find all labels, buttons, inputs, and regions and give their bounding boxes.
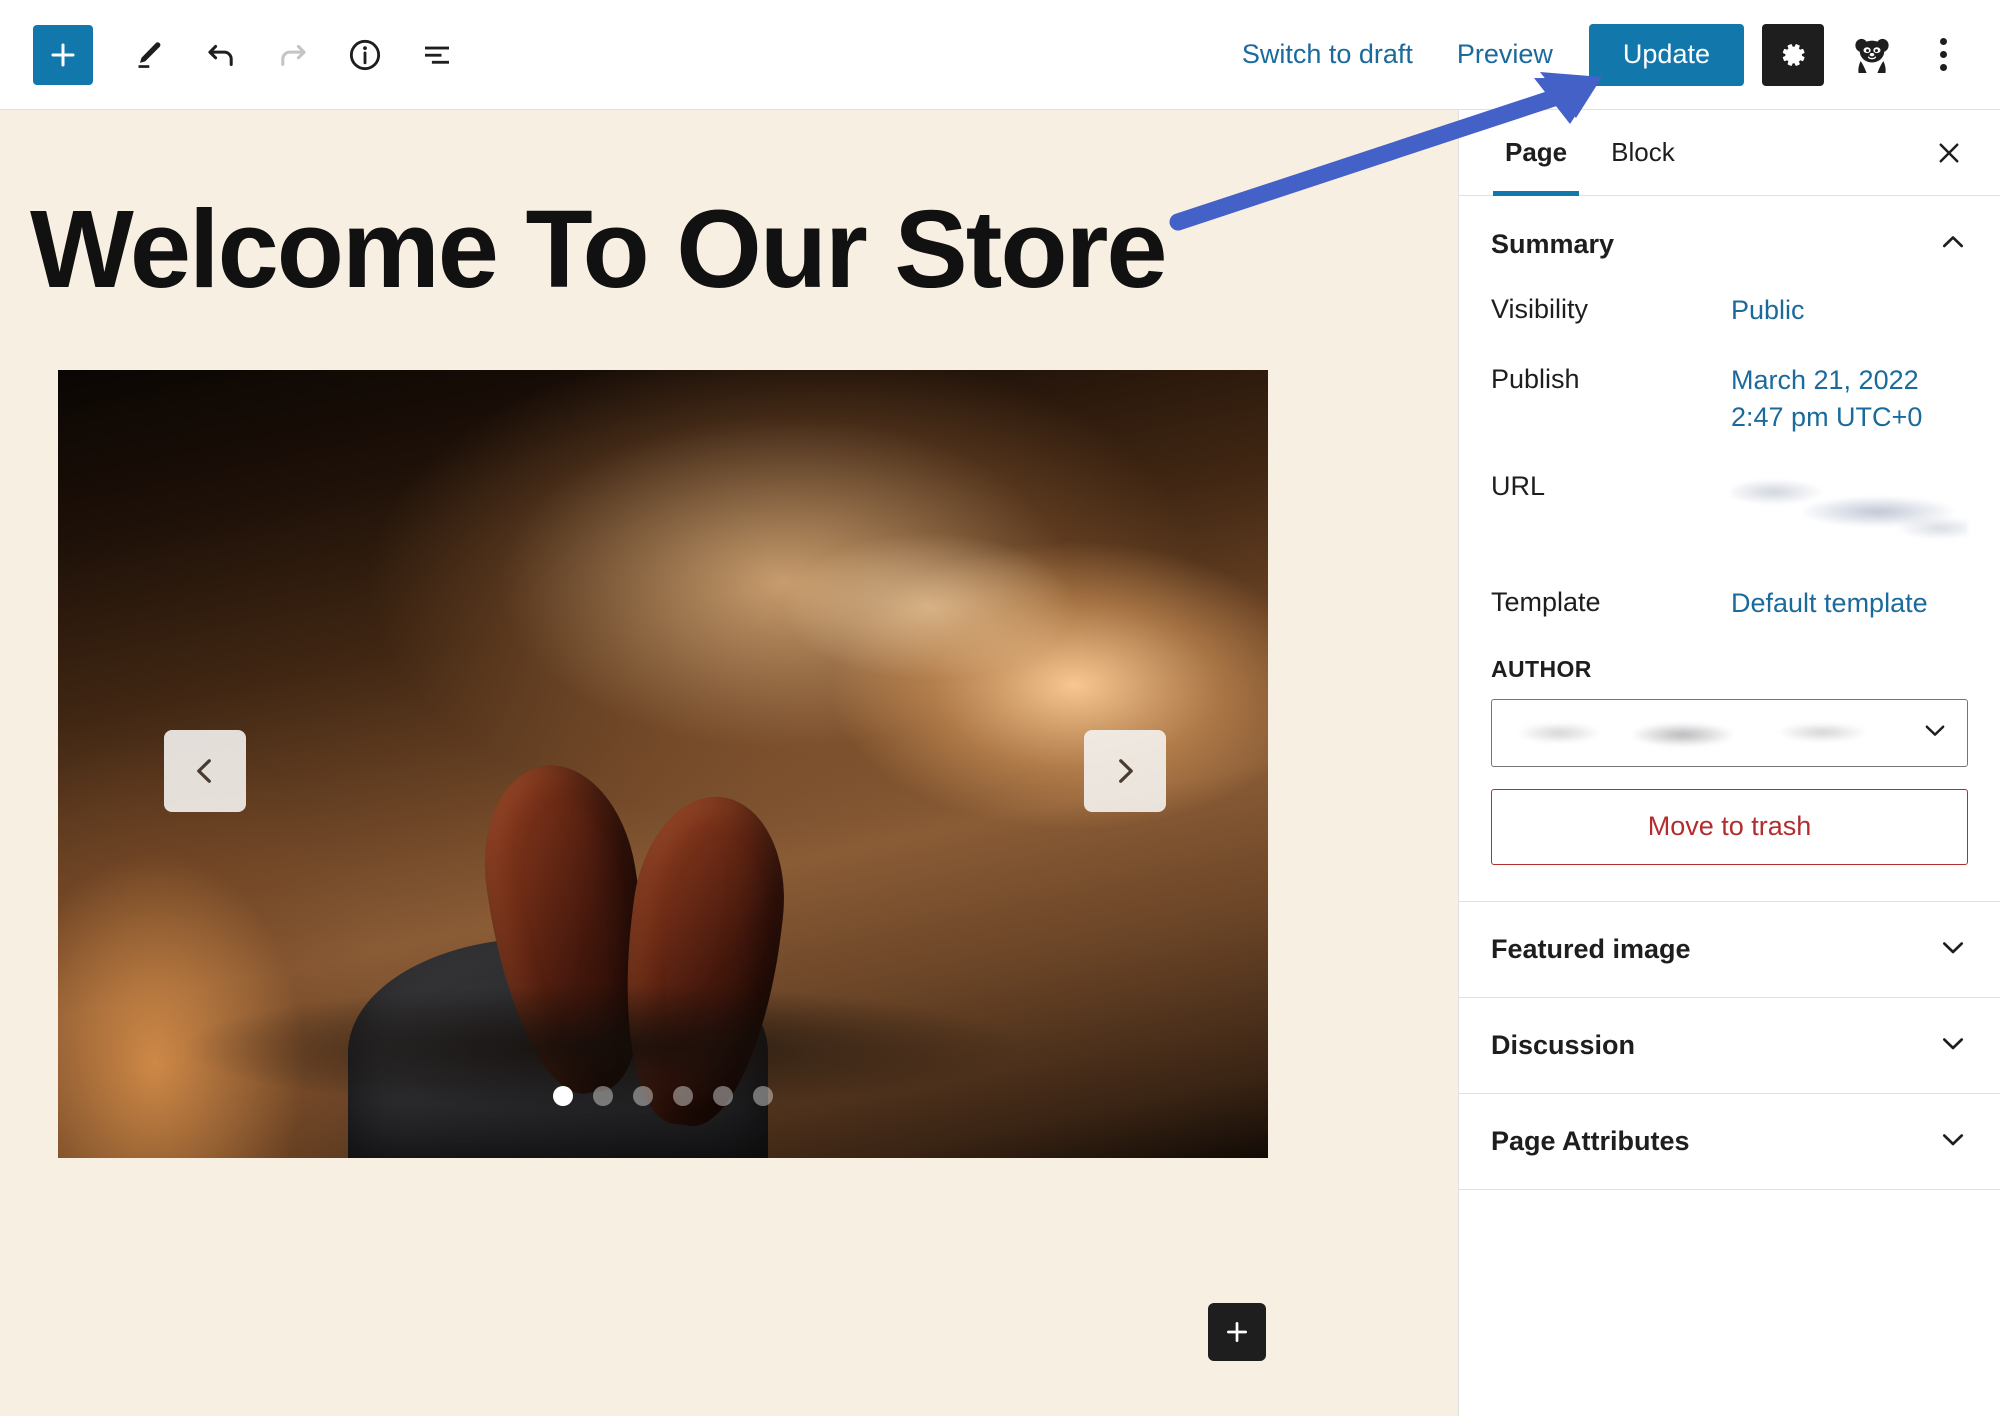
chevron-up-icon[interactable]: [1938, 227, 1968, 262]
settings-sidebar: Page Block Summary Visibility Public Pub…: [1458, 110, 2000, 1416]
section-discussion[interactable]: Discussion: [1459, 998, 2000, 1094]
tab-page[interactable]: Page: [1483, 110, 1589, 196]
kebab-dot: [1939, 51, 1947, 58]
summary-panel: Summary Visibility Public Publish March …: [1459, 196, 2000, 902]
carousel-dot[interactable]: [633, 1085, 653, 1106]
visibility-label: Visibility: [1491, 294, 1589, 324]
photo-leg: [348, 937, 769, 1158]
vertical-ellipsis-icon[interactable]: [1914, 22, 1972, 88]
carousel-dot[interactable]: [713, 1085, 733, 1106]
update-button[interactable]: Update: [1588, 23, 1744, 86]
summary-title: Summary: [1491, 228, 1615, 259]
photo-shoe-left: [468, 754, 669, 1105]
author-select[interactable]: [1491, 698, 1968, 767]
carousel-dot[interactable]: [673, 1085, 693, 1106]
gear-icon[interactable]: [1762, 23, 1824, 86]
kebab-dot: [1939, 38, 1947, 45]
carousel-dots: [58, 1085, 1268, 1106]
template-value[interactable]: Default template: [1731, 585, 1928, 621]
summary-panel-header[interactable]: Summary: [1491, 196, 1968, 292]
photo-shoe-right: [607, 788, 797, 1134]
switch-to-draft-button[interactable]: Switch to draft: [1220, 25, 1435, 84]
page-attributes-label: Page Attributes: [1491, 1125, 1690, 1156]
tab-block[interactable]: Block: [1589, 110, 1697, 196]
redo-icon: [257, 19, 329, 91]
chevron-down-icon: [1921, 716, 1949, 749]
move-to-trash-button[interactable]: Move to trash: [1491, 788, 1968, 865]
summary-row-url: URL: [1491, 469, 1968, 552]
summary-row-template: Template Default template: [1491, 585, 1968, 621]
page-title[interactable]: Welcome To Our Store: [30, 192, 1458, 308]
edit-tool-icon[interactable]: [113, 19, 185, 91]
author-value-redacted: [1510, 715, 1921, 750]
panda-avatar-icon[interactable]: [1842, 25, 1902, 85]
url-value-redacted[interactable]: [1731, 469, 1968, 552]
publish-label: Publish: [1491, 364, 1580, 395]
chevron-down-icon[interactable]: [1938, 1028, 1968, 1063]
template-label: Template: [1491, 587, 1601, 618]
visibility-value[interactable]: Public: [1731, 292, 1805, 328]
toolbar-right-group: Switch to draft Preview Update: [1220, 22, 2000, 88]
featured-image-label: Featured image: [1491, 933, 1691, 964]
editor-top-toolbar: Switch to draft Preview Update: [0, 0, 2000, 110]
chevron-down-icon[interactable]: [1938, 1124, 1968, 1159]
carousel-dot[interactable]: [593, 1085, 613, 1106]
summary-row-visibility: Visibility Public: [1491, 292, 1968, 328]
image-carousel-block[interactable]: [58, 369, 1268, 1158]
info-icon[interactable]: [329, 19, 401, 91]
section-page-attributes[interactable]: Page Attributes: [1459, 1094, 2000, 1190]
preview-button[interactable]: Preview: [1435, 25, 1575, 84]
editor-canvas: Welcome To Our Store: [0, 110, 1458, 1416]
chevron-down-icon[interactable]: [1938, 932, 1968, 967]
kebab-dot: [1939, 64, 1947, 71]
summary-row-publish: Publish March 21, 2022 2:47 pm UTC+0: [1491, 362, 1968, 435]
carousel-dot[interactable]: [553, 1085, 573, 1106]
sidebar-tablist: Page Block: [1459, 110, 2000, 196]
carousel-dot[interactable]: [753, 1085, 773, 1106]
url-label: URL: [1491, 471, 1546, 502]
publish-value[interactable]: March 21, 2022 2:47 pm UTC+0: [1731, 362, 1922, 435]
carousel-next-icon[interactable]: [1084, 729, 1166, 812]
list-view-icon[interactable]: [401, 19, 473, 91]
section-featured-image[interactable]: Featured image: [1459, 902, 2000, 998]
discussion-label: Discussion: [1491, 1029, 1636, 1060]
carousel-prev-icon[interactable]: [164, 729, 246, 812]
undo-icon[interactable]: [185, 19, 257, 91]
toolbar-left-group: [0, 19, 473, 91]
add-block-icon[interactable]: [33, 24, 93, 85]
close-icon[interactable]: [1918, 122, 1980, 184]
author-label: AUTHOR: [1491, 655, 1592, 682]
block-inserter-icon[interactable]: [1208, 1303, 1266, 1361]
